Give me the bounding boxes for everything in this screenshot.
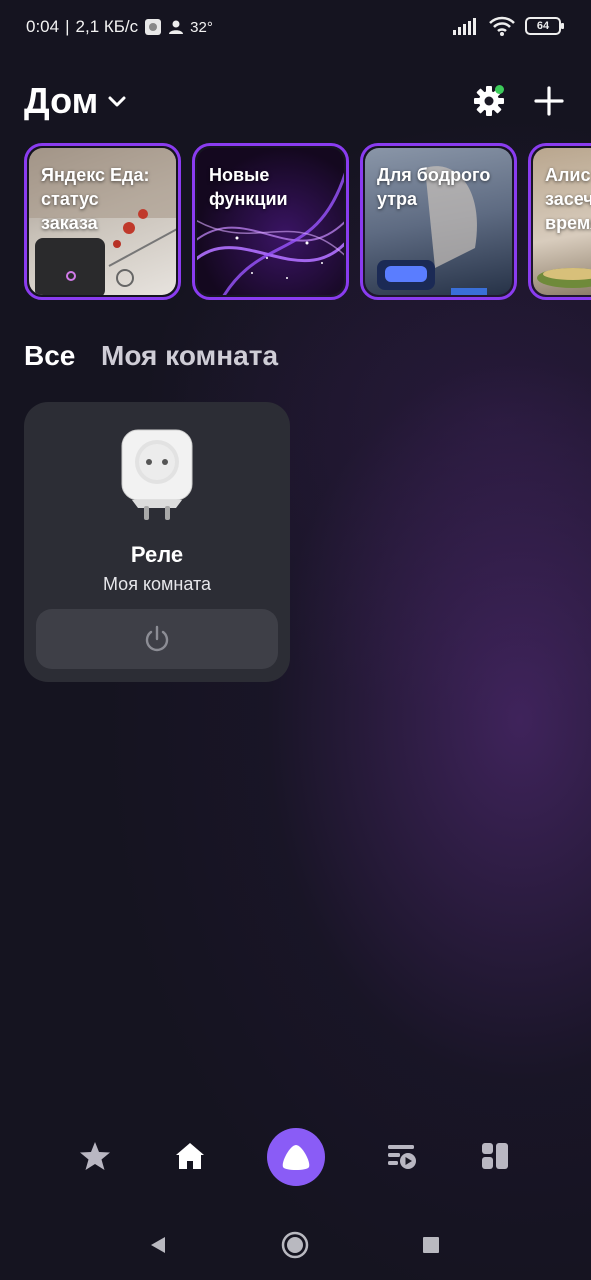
power-icon — [145, 625, 169, 652]
notification-dot — [495, 85, 504, 94]
story-card[interactable]: Новые функции — [192, 143, 349, 300]
story-label: Новые функции — [209, 165, 288, 209]
device-room: Моя комната — [102, 574, 212, 594]
recents-icon — [423, 1237, 439, 1253]
tab-all[interactable]: Все — [24, 340, 75, 372]
nav-dashboard[interactable] — [475, 1136, 515, 1176]
status-separator: | — [65, 17, 70, 36]
nav-home[interactable] — [170, 1136, 210, 1176]
device-name: Реле — [130, 542, 184, 567]
page-title: Дом — [24, 80, 99, 121]
add-button[interactable] — [530, 82, 568, 120]
status-temperature: 32° — [190, 18, 213, 36]
system-navigation-bar — [0, 1212, 591, 1280]
signal-icon — [453, 18, 476, 35]
story-card[interactable]: Яндекс Еда: статус заказа — [24, 143, 181, 300]
plus-icon — [534, 86, 564, 116]
status-bar: 0:04 | 2,1 КБ/с 32° 64 — [0, 0, 591, 56]
nav-scenarios[interactable] — [381, 1136, 421, 1176]
back-icon — [151, 1237, 165, 1253]
story-card[interactable]: Для бодрого утра — [360, 143, 517, 300]
smart-plug-icon — [121, 429, 193, 520]
device-card[interactable]: Реле Моя комната — [24, 402, 290, 682]
bottom-nav — [0, 1120, 591, 1200]
story-card[interactable]: Алис засеч время — [528, 143, 591, 300]
settings-button[interactable] — [470, 82, 508, 120]
wifi-icon — [489, 16, 515, 36]
notification-app-icon — [145, 19, 162, 35]
power-toggle-button[interactable] — [36, 609, 278, 669]
home-icon — [176, 1143, 204, 1169]
system-recents-button[interactable] — [416, 1230, 446, 1260]
home-selector[interactable]: Дом — [24, 80, 128, 122]
tab-my-room[interactable]: Моя комната — [101, 340, 278, 372]
alice-button[interactable] — [267, 1128, 325, 1186]
star-icon — [80, 1142, 110, 1170]
scenarios-icon — [388, 1145, 416, 1169]
status-speed: 2,1 КБ/с — [75, 17, 139, 36]
person-icon — [169, 20, 184, 34]
story-label: Для бодрого утра — [377, 165, 491, 209]
status-right: 64 — [453, 16, 564, 36]
story-label: Яндекс Еда: статус заказа — [41, 165, 150, 233]
status-left: 0:04 | 2,1 КБ/с 32° — [26, 17, 213, 37]
stories-carousel[interactable]: Яндекс Еда: статус заказа Новые функции — [24, 143, 591, 300]
story-label: Алис засеч время — [545, 165, 591, 233]
system-home-button[interactable] — [280, 1230, 310, 1260]
home-circle-icon — [281, 1231, 309, 1259]
dashboard-icon — [482, 1143, 508, 1169]
alice-icon — [282, 1145, 310, 1170]
battery-level: 64 — [536, 20, 550, 32]
system-back-button[interactable] — [143, 1230, 173, 1260]
status-time: 0:04 — [26, 17, 60, 36]
nav-favorites[interactable] — [75, 1136, 115, 1176]
chevron-down-icon — [108, 96, 126, 107]
battery-indicator: 64 — [525, 17, 564, 35]
